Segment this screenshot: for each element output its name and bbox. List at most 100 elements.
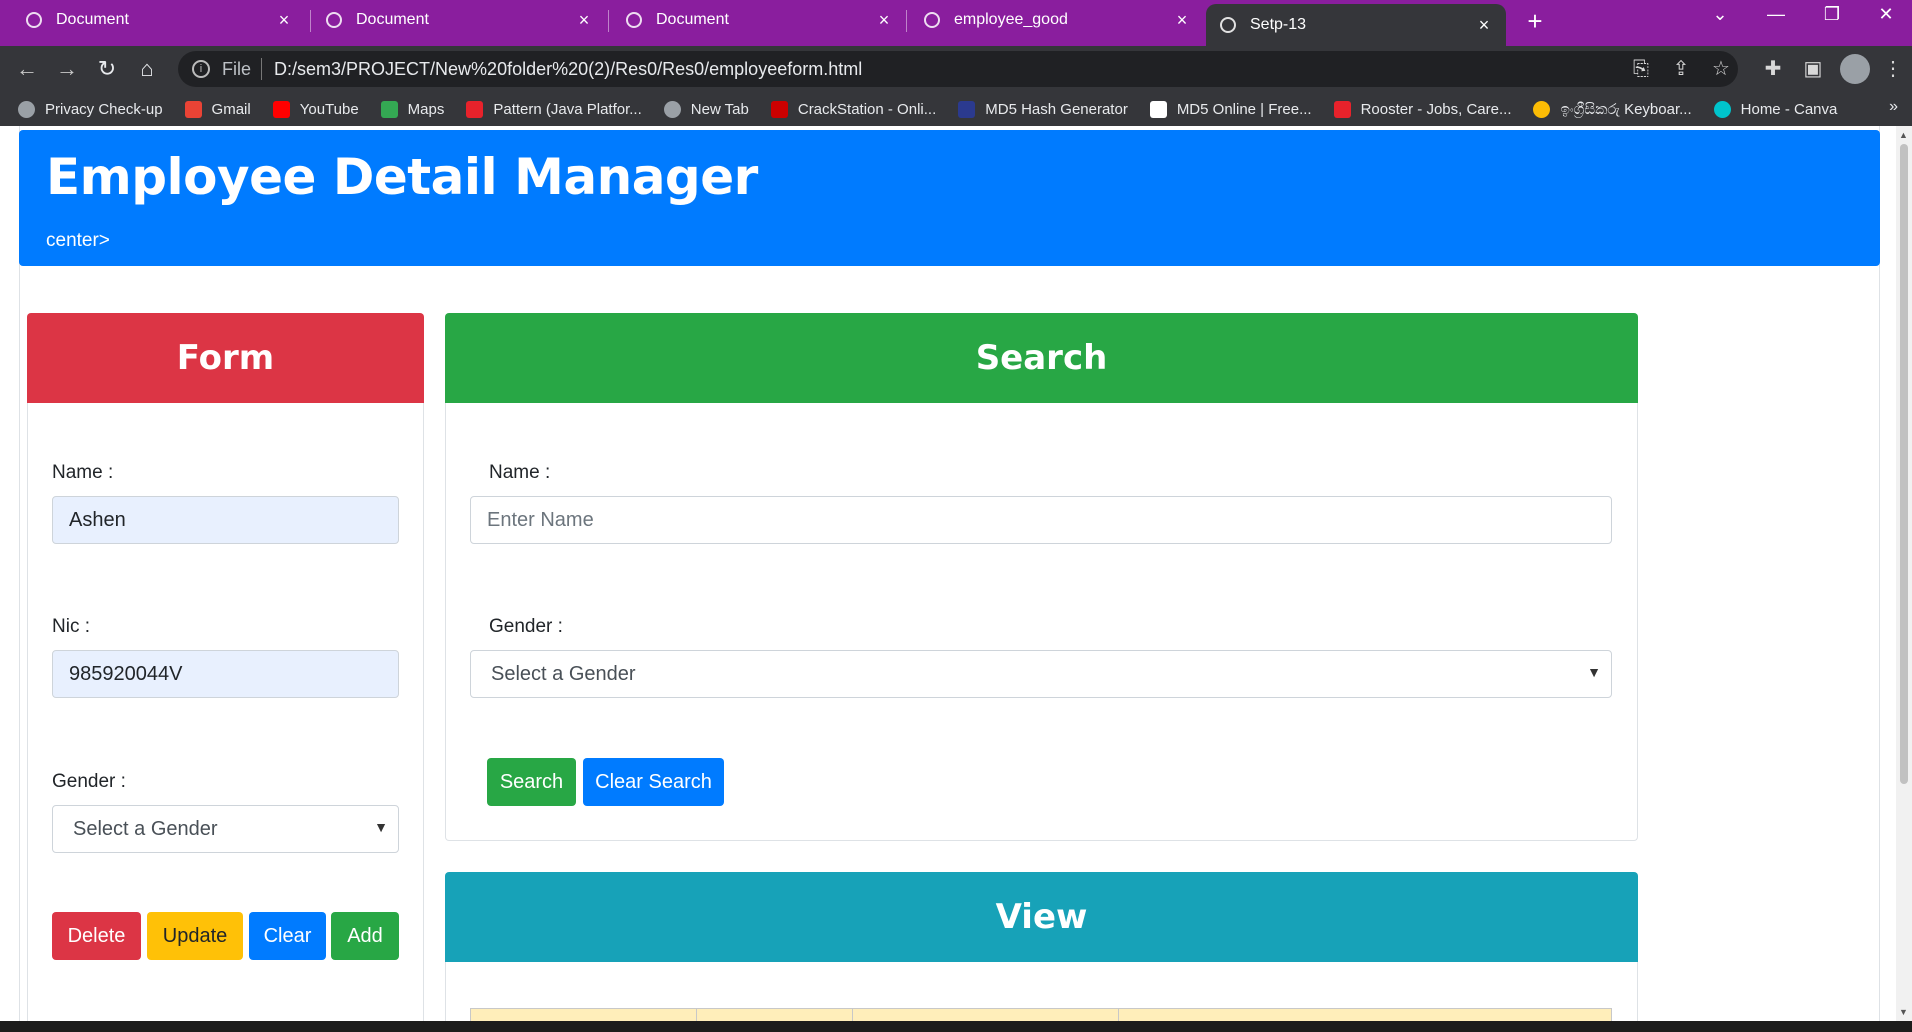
close-icon[interactable]: × — [1170, 10, 1194, 31]
globe-icon — [26, 12, 42, 28]
bookmark-crackstation[interactable]: CrackStation - Onli... — [770, 100, 937, 118]
tab-title: Document — [56, 11, 129, 28]
tab-search-icon[interactable]: ⌄ — [1700, 4, 1740, 25]
maximize-icon[interactable]: ❐ — [1812, 4, 1852, 25]
search-gender-select[interactable]: Select a Gender ▼ — [470, 650, 1612, 698]
bookmark-new-tab[interactable]: New Tab — [663, 100, 749, 118]
scrollbar-thumb[interactable] — [1900, 144, 1908, 784]
form-gender-value: Select a Gender — [73, 817, 218, 840]
table-column-divider — [852, 1009, 853, 1021]
share-icon[interactable]: ⇪ — [1668, 56, 1694, 82]
close-icon[interactable]: × — [1472, 15, 1496, 36]
bookmark-label: New Tab — [690, 100, 749, 118]
youtube-icon — [272, 100, 290, 118]
update-button[interactable]: Update — [147, 912, 243, 960]
view-card-header: View — [445, 872, 1638, 962]
bookmark-keyboard[interactable]: ඉංග්‍රීසිකරු Keyboar... — [1533, 100, 1692, 118]
form-nic-label: Nic : — [52, 616, 90, 637]
bookmark-canva[interactable]: Home - Canva — [1713, 100, 1838, 118]
bookmarks-overflow-icon[interactable]: » — [1889, 98, 1898, 116]
new-tab-button[interactable]: + — [1520, 6, 1550, 37]
bookmark-label: Rooster - Jobs, Care... — [1360, 100, 1512, 118]
tab-document-1[interactable]: Document × — [0, 0, 306, 40]
bookmark-pattern[interactable]: Pattern (Java Platfor... — [466, 100, 642, 118]
window-close-icon[interactable]: ✕ — [1866, 4, 1906, 25]
add-button[interactable]: Add — [331, 912, 399, 960]
close-icon[interactable]: × — [272, 10, 296, 31]
canva-icon — [1713, 100, 1731, 118]
bookmark-label: ඉංග්‍රීසිකරු Keyboar... — [1560, 100, 1692, 118]
url-text[interactable]: D:/sem3/PROJECT/New%20folder%20(2)/Res0/… — [274, 59, 862, 80]
reload-icon[interactable]: ↻ — [92, 54, 122, 84]
back-icon[interactable]: ← — [12, 54, 42, 84]
tab-title: Setp-13 — [1250, 16, 1307, 33]
profile-avatar[interactable] — [1840, 54, 1870, 84]
page-title: Employee Detail Manager — [46, 148, 758, 206]
chevron-down-icon: ▼ — [374, 819, 388, 835]
side-panel-icon[interactable]: ▣ — [1800, 56, 1826, 82]
globe-icon — [663, 100, 681, 118]
address-bar[interactable]: i File D:/sem3/PROJECT/New%20folder%20(2… — [178, 51, 1738, 87]
form-name-label: Name : — [52, 462, 114, 483]
oracle-icon — [466, 100, 484, 118]
scroll-up-icon[interactable]: ▲ — [1899, 130, 1908, 140]
bookmark-label: Home - Canva — [1740, 100, 1838, 118]
menu-kebab-icon[interactable]: ⋮ — [1880, 56, 1906, 82]
bookmarks-bar: Privacy Check-up Gmail YouTube Maps Patt… — [0, 92, 1912, 126]
globe-icon — [1220, 17, 1236, 33]
bookmark-label: Maps — [407, 100, 445, 118]
maps-icon — [380, 100, 398, 118]
bookmark-youtube[interactable]: YouTube — [272, 100, 359, 118]
page-viewport: Employee Detail Manager center> Form Nam… — [0, 126, 1912, 1021]
bookmark-label: CrackStation - Onli... — [797, 100, 937, 118]
tab-document-3[interactable]: Document × — [600, 0, 906, 40]
bookmark-md5-hash[interactable]: MD5 Hash Generator — [958, 100, 1128, 118]
form-nic-input[interactable]: 985920044V — [52, 650, 399, 698]
page-scrollbar[interactable]: ▲ ▼ — [1896, 126, 1912, 1021]
form-gender-label: Gender : — [52, 771, 126, 792]
gmail-icon — [184, 100, 202, 118]
table-column-divider — [696, 1009, 697, 1021]
bookmark-md5-online[interactable]: MD5 Online | Free... — [1149, 100, 1312, 118]
tab-setp-13[interactable]: Setp-13 × — [1206, 4, 1506, 46]
search-card-header: Search — [445, 313, 1638, 403]
bookmark-label: YouTube — [299, 100, 359, 118]
tab-title: employee_good — [954, 11, 1068, 28]
search-name-input[interactable]: Enter Name — [470, 496, 1612, 544]
close-icon[interactable]: × — [572, 10, 596, 31]
page-subtitle: center> — [46, 230, 110, 251]
rooster-icon — [1333, 100, 1351, 118]
form-card-header: Form — [27, 313, 424, 403]
close-icon[interactable]: × — [872, 10, 896, 31]
browser-toolbar: ← → ↻ ⌂ i File D:/sem3/PROJECT/New%20fol… — [0, 46, 1912, 92]
home-icon[interactable]: ⌂ — [132, 54, 162, 84]
bookmark-star-icon[interactable]: ☆ — [1708, 56, 1734, 82]
search-gender-label: Gender : — [489, 616, 563, 637]
minimize-icon[interactable]: — — [1756, 4, 1796, 25]
info-icon[interactable]: i — [192, 60, 210, 78]
tab-document-2[interactable]: Document × — [300, 0, 606, 40]
bookmark-maps[interactable]: Maps — [380, 100, 445, 118]
search-button[interactable]: Search — [487, 758, 576, 806]
translate-icon[interactable]: ⎘ — [1628, 56, 1654, 82]
search-name-label: Name : — [489, 462, 551, 483]
page-header: Employee Detail Manager center> — [19, 130, 1880, 266]
url-divider — [261, 58, 263, 80]
form-gender-select[interactable]: Select a Gender ▼ — [52, 805, 399, 853]
forward-icon[interactable]: → — [52, 54, 82, 84]
tab-title: Document — [656, 11, 729, 28]
crackstation-icon — [770, 100, 788, 118]
bookmark-rooster[interactable]: Rooster - Jobs, Care... — [1333, 100, 1512, 118]
search-gender-value: Select a Gender — [491, 662, 636, 685]
delete-button[interactable]: Delete — [52, 912, 141, 960]
extensions-icon[interactable]: ✚ — [1760, 56, 1786, 82]
bookmark-gmail[interactable]: Gmail — [184, 100, 251, 118]
employee-table-header — [470, 1008, 1612, 1021]
clear-search-button[interactable]: Clear Search — [583, 758, 724, 806]
bookmark-label: Gmail — [211, 100, 251, 118]
bookmark-privacy-checkup[interactable]: Privacy Check-up — [18, 100, 163, 118]
scroll-down-icon[interactable]: ▼ — [1899, 1007, 1908, 1017]
tab-employee-good[interactable]: employee_good × — [898, 0, 1204, 40]
clear-button[interactable]: Clear — [249, 912, 326, 960]
form-name-input[interactable]: Ashen — [52, 496, 399, 544]
